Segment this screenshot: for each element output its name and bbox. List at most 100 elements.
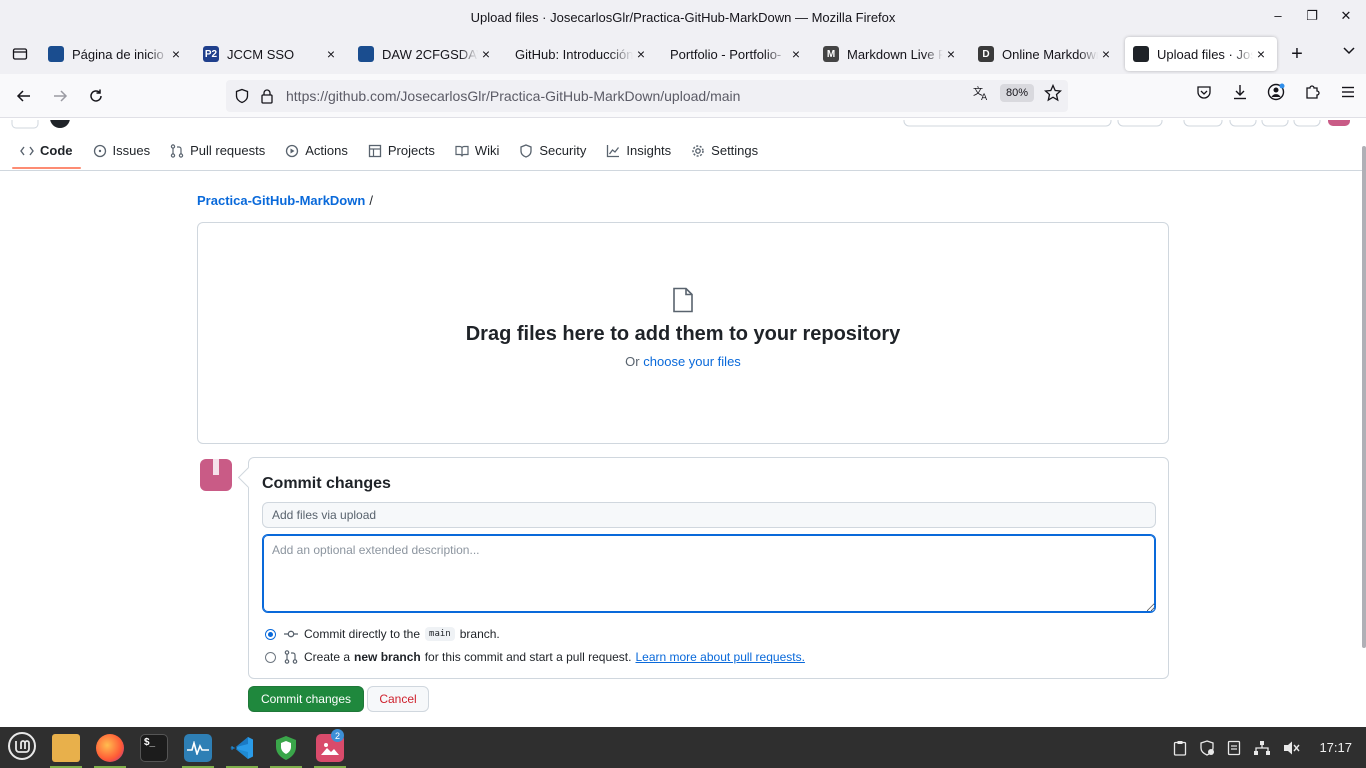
pocket-button[interactable] bbox=[1194, 82, 1214, 102]
file-icon bbox=[673, 287, 693, 313]
arrow-left-icon bbox=[16, 89, 30, 102]
repo-nav-label: Issues bbox=[112, 143, 151, 158]
pull-request-icon bbox=[170, 143, 184, 158]
drop-zone-subtext: Or choose your files bbox=[625, 354, 741, 369]
network-icon[interactable] bbox=[1253, 740, 1271, 756]
bookmark-star-icon[interactable] bbox=[1044, 84, 1062, 102]
forward-button[interactable] bbox=[42, 80, 78, 112]
browser-tab[interactable]: Portfolio - Portfolio- × bbox=[660, 37, 812, 71]
taskbar-vpn-shield-button[interactable] bbox=[264, 727, 308, 768]
browser-tab[interactable]: M Markdown Live Previ× bbox=[815, 37, 967, 71]
tab-close-icon[interactable]: × bbox=[1253, 46, 1269, 62]
tab-actions[interactable]: Actions bbox=[277, 136, 356, 168]
new-branch-radio[interactable] bbox=[265, 651, 276, 663]
maximize-button[interactable]: ❐ bbox=[1306, 8, 1318, 24]
repo-nav-label: Pull requests bbox=[190, 143, 266, 158]
tracking-shield-icon[interactable] bbox=[234, 88, 250, 104]
clipboard-icon[interactable] bbox=[1173, 740, 1187, 756]
tab-settings[interactable]: Settings bbox=[683, 136, 766, 168]
tab-favicon-icon bbox=[48, 46, 64, 62]
breadcrumb-repo-link[interactable]: Practica-GitHub-MarkDown bbox=[197, 193, 365, 208]
tab-projects[interactable]: Projects bbox=[360, 136, 443, 168]
branch-name: main bbox=[425, 627, 455, 641]
browser-tab[interactable]: DAW 2CFGSDAW × bbox=[350, 37, 502, 71]
url-text[interactable]: https://github.com/JosecarlosGlr/Practic… bbox=[286, 88, 740, 104]
choose-files-link[interactable]: choose your files bbox=[643, 354, 741, 369]
taskbar-vscode-button[interactable] bbox=[220, 727, 264, 768]
clock[interactable]: 17:17 bbox=[1319, 740, 1352, 755]
browser-tab[interactable]: P2 JCCM SSO × bbox=[195, 37, 347, 71]
book-icon bbox=[455, 145, 469, 157]
tab-close-icon[interactable]: × bbox=[478, 46, 494, 62]
app-menu-button[interactable] bbox=[1338, 82, 1358, 102]
minimize-button[interactable]: – bbox=[1272, 8, 1284, 24]
learn-more-pr-link[interactable]: Learn more about pull requests. bbox=[635, 650, 804, 664]
window-controls: – ❐ ✕ bbox=[1272, 8, 1352, 24]
mint-menu-icon bbox=[7, 731, 37, 764]
notes-icon[interactable] bbox=[1227, 740, 1241, 756]
translate-icon[interactable]: 文A bbox=[972, 84, 990, 102]
commit-description-input[interactable] bbox=[262, 534, 1156, 613]
zoom-level-badge[interactable]: 80% bbox=[999, 84, 1034, 102]
avatar[interactable] bbox=[200, 459, 232, 491]
chevron-down-icon bbox=[1343, 47, 1355, 55]
commit-summary-input[interactable] bbox=[262, 502, 1156, 528]
tab-code[interactable]: Code bbox=[12, 136, 81, 169]
list-all-tabs-button[interactable] bbox=[1342, 44, 1356, 61]
shield-icon bbox=[520, 143, 533, 158]
page-scrollbar[interactable] bbox=[1362, 146, 1366, 648]
new-branch-prefix: Create a bbox=[304, 650, 351, 664]
account-button[interactable] bbox=[1266, 82, 1286, 102]
cancel-button[interactable]: Cancel bbox=[367, 686, 429, 712]
repository-nav: Code Issues Pull requests Actions Projects Wi… bbox=[0, 136, 1366, 171]
taskbar-image-viewer-button[interactable]: 2 bbox=[308, 727, 352, 768]
tab-close-icon[interactable]: × bbox=[168, 46, 184, 62]
tab-favicon-icon bbox=[1133, 46, 1149, 62]
browser-tab[interactable]: Upload files · Jose× bbox=[1125, 37, 1277, 71]
new-branch-suffix: for this commit and start a pull request… bbox=[424, 650, 632, 664]
tab-pull-requests[interactable]: Pull requests bbox=[162, 136, 273, 168]
lock-icon[interactable] bbox=[260, 88, 274, 104]
new-tab-button[interactable]: + bbox=[1277, 37, 1317, 71]
reload-button[interactable] bbox=[78, 80, 114, 112]
browser-tab[interactable]: Página de inicio | Pa× bbox=[40, 37, 192, 71]
commit-direct-option[interactable]: Commit directly to the main branch. bbox=[265, 627, 500, 641]
update-shield-icon[interactable] bbox=[1199, 739, 1215, 756]
browser-tab[interactable]: D Online Markdown Ed× bbox=[970, 37, 1122, 71]
tab-close-icon[interactable]: × bbox=[943, 46, 959, 62]
tab-strip: Página de inicio | Pa×P2JCCM SSO×DAW 2CF… bbox=[0, 34, 1366, 74]
tab-close-icon[interactable]: × bbox=[1098, 46, 1114, 62]
volume-muted-icon[interactable] bbox=[1283, 740, 1301, 756]
extensions-button[interactable] bbox=[1302, 82, 1322, 102]
firefox-view-button[interactable] bbox=[0, 34, 40, 74]
repo-nav-label: Security bbox=[539, 143, 587, 158]
tab-wiki[interactable]: Wiki bbox=[447, 136, 508, 168]
taskbar-terminal-button[interactable]: $_ bbox=[132, 727, 176, 768]
breadcrumb-separator: / bbox=[369, 193, 373, 208]
tab-close-icon[interactable]: × bbox=[323, 46, 339, 62]
gear-icon bbox=[692, 144, 704, 157]
file-drop-zone[interactable]: Drag files here to add them to your repo… bbox=[197, 222, 1169, 444]
commit-direct-radio[interactable] bbox=[265, 628, 276, 640]
downloads-button[interactable] bbox=[1230, 82, 1250, 102]
tab-favicon-icon: D bbox=[978, 46, 994, 62]
tab-favicon-icon bbox=[358, 46, 374, 62]
close-window-button[interactable]: ✕ bbox=[1340, 8, 1352, 24]
taskbar-mint-menu-button[interactable] bbox=[0, 727, 44, 768]
back-button[interactable] bbox=[6, 80, 42, 112]
url-bar[interactable]: https://github.com/JosecarlosGlr/Practic… bbox=[226, 80, 1068, 112]
tab-issues[interactable]: Issues bbox=[85, 136, 159, 168]
tab-security[interactable]: Security bbox=[511, 136, 594, 168]
tab-insights[interactable]: Insights bbox=[598, 136, 679, 168]
url-bar-actions: 文A 80% bbox=[972, 84, 1062, 102]
new-branch-option[interactable]: Create a new branch for this commit and … bbox=[265, 650, 805, 664]
tab-close-icon[interactable]: × bbox=[633, 46, 649, 62]
commit-changes-button[interactable]: Commit changes bbox=[248, 686, 364, 712]
taskbar-firefox-button[interactable] bbox=[88, 727, 132, 768]
taskbar-system-monitor-button[interactable] bbox=[176, 727, 220, 768]
tab-close-icon[interactable]: × bbox=[788, 46, 804, 62]
firefox-view-icon bbox=[12, 48, 28, 60]
url-path: /JosecarlosGlr/Practica-GitHub-MarkDown/… bbox=[396, 88, 741, 104]
browser-tab[interactable]: GitHub: Introducción × bbox=[505, 37, 657, 71]
taskbar-files-button[interactable] bbox=[44, 727, 88, 768]
